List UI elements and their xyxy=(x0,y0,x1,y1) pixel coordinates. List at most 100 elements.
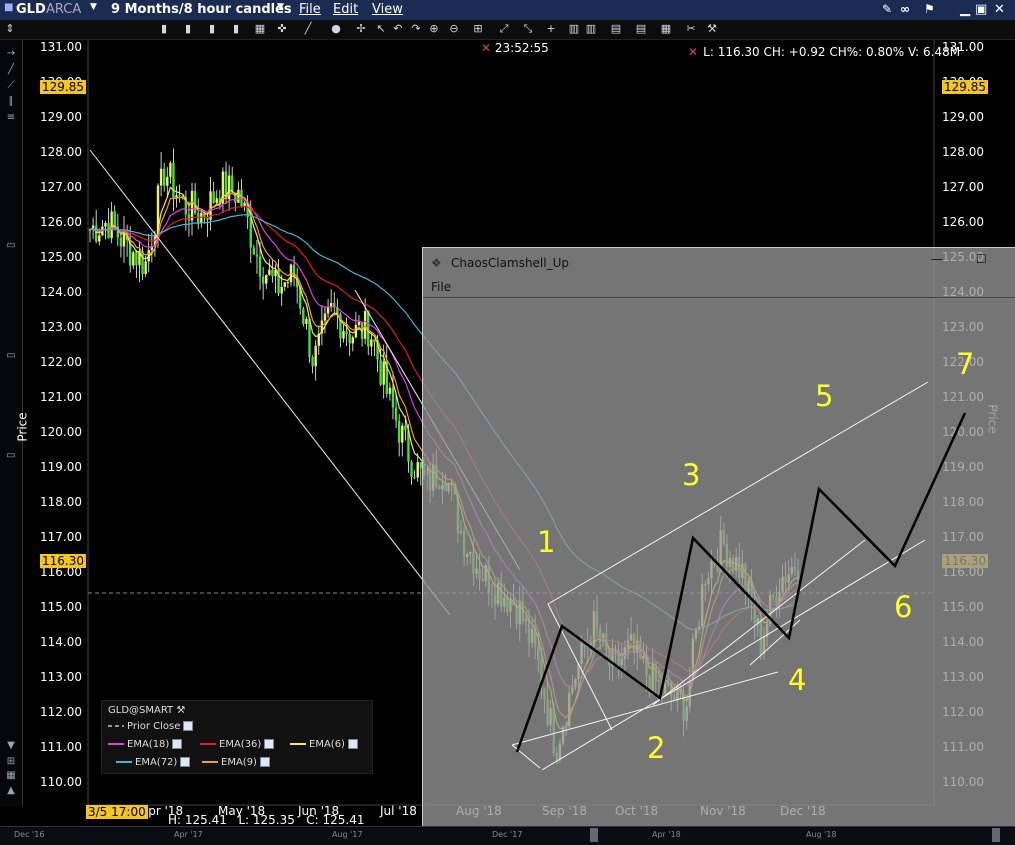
legend-ema18[interactable]: EMA(18) xyxy=(108,739,185,750)
high-price-tag-right: 129.85 xyxy=(942,80,988,94)
candle-body xyxy=(163,168,166,186)
left-price-axis: 131.00130.00129.00128.00127.00126.00125.… xyxy=(40,0,84,806)
y-tick-label: 131.00 xyxy=(942,40,984,54)
y-tick-label: 129.00 xyxy=(40,110,82,124)
candle-body xyxy=(200,212,203,224)
minimize-icon[interactable]: — xyxy=(931,252,943,266)
wave-label-7: 7 xyxy=(956,347,975,381)
overlay-title-bar[interactable]: ❖ ChaosClamshell_Up — ☐ xyxy=(423,248,1015,276)
checkbox-icon[interactable] xyxy=(259,757,270,767)
ohlc-readout: H: 125.41 L: 125.35 C: 125.41 xyxy=(168,813,365,827)
wave-label-6: 6 xyxy=(894,590,913,624)
navigator-handle-right[interactable] xyxy=(992,828,1000,842)
candle-body xyxy=(416,462,419,478)
checkbox-icon[interactable] xyxy=(347,739,358,749)
legend-symbol[interactable]: GLD@SMART ⚒ xyxy=(108,705,185,716)
candle-body xyxy=(113,211,116,227)
navigator-label: Apr '17 xyxy=(174,830,203,839)
legend-ema9[interactable]: EMA(9) xyxy=(202,757,273,768)
crosshair-icon: ✕ xyxy=(688,45,699,59)
y-tick-label: 110.00 xyxy=(40,775,82,789)
y-tick-label: 117.00 xyxy=(40,530,82,544)
y-tick-label: 127.00 xyxy=(40,180,82,194)
high-price-tag: 129.85 xyxy=(40,80,86,94)
candle-body xyxy=(388,387,392,394)
legend-ema72[interactable]: EMA(72) xyxy=(116,757,193,768)
y-tick-label: 125.00 xyxy=(40,250,82,264)
navigator-label: Dec '16 xyxy=(14,830,45,839)
candle-body xyxy=(397,420,401,443)
candle-body xyxy=(373,339,376,343)
candle-body xyxy=(345,331,348,334)
candle-body xyxy=(314,345,317,367)
y-tick-label: 124.00 xyxy=(40,285,82,299)
indicator-legend: GLD@SMART ⚒ Prior Close EMA(18) EMA(36) … xyxy=(101,700,373,774)
candle-body xyxy=(243,202,246,207)
cursor-time-readout: ✕ 23:52:55 xyxy=(481,41,549,55)
legend-ema6[interactable]: EMA(6) xyxy=(290,739,361,750)
checkbox-icon[interactable] xyxy=(264,739,275,749)
candle-body xyxy=(141,251,144,275)
wave-label-4: 4 xyxy=(788,663,807,697)
y-tick-label: 119.00 xyxy=(40,460,82,474)
y-tick-label: 131.00 xyxy=(40,40,82,54)
candle-body xyxy=(280,286,283,294)
candle-body xyxy=(197,213,200,224)
candle-body xyxy=(215,198,218,203)
candle-body xyxy=(265,274,268,284)
candle-body xyxy=(410,461,413,477)
cursor-date-tag: 3/5 17:00 xyxy=(86,805,148,819)
candle-body xyxy=(159,168,163,186)
y-tick-label: 118.00 xyxy=(40,495,82,509)
candle-body xyxy=(237,189,240,203)
candle-body xyxy=(370,339,373,347)
navigator-handle-left[interactable] xyxy=(590,828,598,842)
candle-body xyxy=(305,319,308,324)
time-navigator[interactable]: Dec '16 Apr '17 Aug '17 Dec '17 Apr '18 … xyxy=(0,826,1015,845)
y-tick-label: 121.00 xyxy=(40,390,82,404)
wave-label-1: 1 xyxy=(537,525,556,559)
wrench-icon[interactable]: ⚒ xyxy=(176,705,185,716)
candle-body xyxy=(342,331,345,339)
window-icon: ❖ xyxy=(431,256,442,270)
y-tick-label: 126.00 xyxy=(40,215,82,229)
navigator-label: Dec '17 xyxy=(492,830,523,839)
y-tick-label: 127.00 xyxy=(942,180,984,194)
candle-body xyxy=(187,214,191,221)
overlay-chart-area xyxy=(426,298,940,828)
y-tick-label: 114.00 xyxy=(40,635,82,649)
y-tick-label: 112.00 xyxy=(40,705,82,719)
navigator-label: Aug '18 xyxy=(806,830,837,839)
candle-body xyxy=(255,254,259,257)
y-tick-label: 113.00 xyxy=(40,670,82,684)
y-tick-label: 126.00 xyxy=(942,215,984,229)
checkbox-icon[interactable] xyxy=(172,739,183,749)
overlay-window[interactable]: ❖ ChaosClamshell_Up — ☐ File xyxy=(422,247,1015,829)
legend-prior-close[interactable]: Prior Close xyxy=(108,721,196,732)
crosshair-icon: ✕ xyxy=(481,41,492,55)
maximize-icon[interactable]: ☐ xyxy=(976,252,987,266)
candle-body xyxy=(252,247,256,255)
candle-body xyxy=(283,282,286,287)
candle-body xyxy=(144,261,147,275)
legend-ema36[interactable]: EMA(36) xyxy=(200,739,277,750)
swatch-icon xyxy=(116,761,132,763)
overlay-menu-file[interactable]: File xyxy=(431,280,451,294)
y-tick-label: 111.00 xyxy=(40,740,82,754)
dash-swatch-icon xyxy=(108,725,124,727)
candle-body xyxy=(258,256,262,277)
checkbox-icon[interactable] xyxy=(183,721,194,731)
stats-readout: ✕ L: 116.30 CH: +0.92 CH%: 0.80% V: 6.48… xyxy=(688,45,961,59)
candle-body xyxy=(240,189,243,207)
x-tick-label: Jul '18 xyxy=(380,804,417,818)
candle-body xyxy=(135,252,138,266)
candle-body xyxy=(231,175,234,193)
candle-body xyxy=(404,425,407,431)
candle-body xyxy=(98,235,101,242)
wave-label-3: 3 xyxy=(682,458,701,492)
candle-body xyxy=(311,357,314,367)
candle-body xyxy=(351,337,354,344)
candle-body xyxy=(323,313,327,321)
checkbox-icon[interactable] xyxy=(180,757,191,767)
last-price-tag: 116.30 xyxy=(40,554,86,568)
